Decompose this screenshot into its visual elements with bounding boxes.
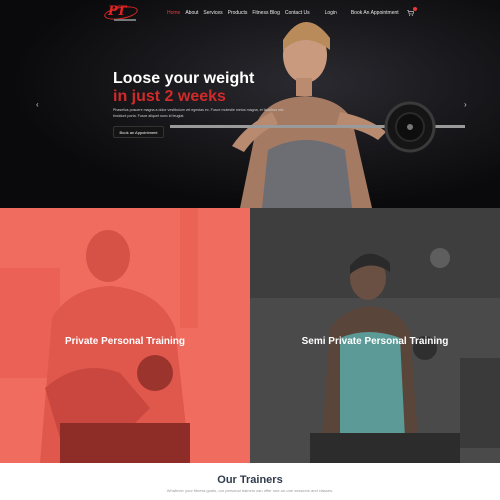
nav-item-home[interactable]: Home [167,10,180,16]
nav-menu: Home About Services Products Fitness Blo… [167,7,417,16]
nav-appointment-link[interactable]: Book An Appointment [351,10,399,16]
hero-title-line1: Loose your weight [113,70,255,87]
service-label-private[interactable]: Private Personal Training [0,336,250,348]
trainers-heading: Our Trainers [217,474,283,486]
hero-description: Phasellus posuere magna a dolor vestibul… [113,108,284,118]
main-navigation: PT Home About Services Products Fitness … [0,0,500,26]
service-tile-semi-private[interactable]: Semi Private Personal Training [250,208,500,463]
nav-item-products[interactable]: Products [228,10,248,16]
nav-login-link[interactable]: Login [325,10,337,16]
service-label-semi-private[interactable]: Semi Private Personal Training [250,336,500,348]
hero-background-image [0,0,500,208]
logo-tagline-bar [114,19,136,21]
nav-item-about[interactable]: About [185,10,198,16]
service-tile-private[interactable]: Private Personal Training [0,208,250,463]
hero-section: PT Home About Services Products Fitness … [0,0,500,208]
nav-item-fitness-blog[interactable]: Fitness Blog [252,10,280,16]
book-appointment-button[interactable]: Book an Appointment [113,126,164,138]
cart-icon[interactable] [406,7,417,16]
hero-title-line2: in just 2 weeks [113,88,226,105]
logo-text: PT [108,4,126,19]
page: PT Home About Services Products Fitness … [0,0,500,500]
chevron-left-icon[interactable]: ‹ [36,100,39,109]
nav-item-services[interactable]: Services [203,10,222,16]
chevron-right-icon[interactable]: › [464,100,467,109]
trainers-description: Whatever your fitness goals, our persona… [166,488,334,493]
nav-item-contact-us[interactable]: Contact Us [285,10,310,16]
brand-logo[interactable]: PT [103,4,140,22]
cart-badge [412,7,417,11]
